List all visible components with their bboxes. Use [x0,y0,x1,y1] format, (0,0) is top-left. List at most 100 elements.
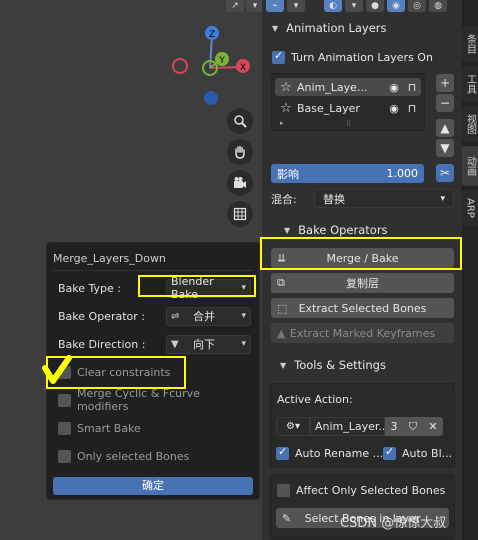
merge-cyclic-checkbox[interactable] [58,393,71,407]
gizmo-z-label: Z [209,30,215,40]
smart-bake-checkbox[interactable] [58,421,71,435]
auto-blend-checkbox[interactable] [383,445,396,460]
arrow-down-icon: ▼ [171,338,179,350]
active-action-box: Active Action: ⚙▾ Anim_Layer... 3 ⛉ ✕ Au… [270,383,455,468]
bake-operator-dropdown[interactable]: ⇌ 合并 ▾ [166,306,251,326]
unlink-close-icon[interactable]: ✕ [423,417,443,436]
bake-operators-header[interactable]: ▼ Bake Operators [266,219,458,241]
tab-view[interactable]: 视图 [462,106,478,142]
clear-constraints-row[interactable]: Clear constraints [58,362,251,382]
layer-item[interactable]: ☆ Base_Layer ◉ ⊓ [275,99,421,117]
transform-gizmo-icon[interactable]: ↗ [226,0,244,12]
turn-on-row[interactable]: Turn Animation Layers On [272,49,433,64]
move-down-button[interactable]: ▼ [436,139,454,157]
auto-rename-row[interactable]: Auto Rename ... [276,445,383,460]
chevron-down-icon: ▾ [440,193,445,204]
bake-operators-title: Bake Operators [298,223,388,237]
ok-button[interactable]: 确定 [53,477,253,495]
wireframe-shading-icon[interactable]: ● [366,0,384,12]
gizmo-x-label: X [240,63,246,73]
move-up-button[interactable]: ▲ [436,119,454,137]
popup-divider [53,270,253,271]
unlock-icon[interactable]: ⊓ [403,102,421,115]
tools-settings-title: Tools & Settings [294,358,386,372]
star-icon: ☆ [280,100,292,116]
clear-constraints-label: Clear constraints [77,365,171,379]
snap-icon[interactable]: ⌁ [266,0,284,12]
merge-bake-button[interactable]: ⇊ Merge / Bake [271,248,454,268]
influence-value: 1.000 [386,167,419,180]
keyframe-icon: ▲ [277,326,286,340]
merge-cyclic-row[interactable]: Merge Cyclic & Fcurve modifiers [58,387,251,413]
eye-icon[interactable]: ◉ [385,81,403,94]
navigation-gizmo[interactable]: Z X Y [165,20,260,110]
layer-name: Base_Layer [297,101,360,115]
zoom-icon[interactable] [227,108,253,134]
grid-ortho-icon[interactable] [227,201,253,227]
rendered-shading-icon[interactable]: ◍ [429,0,447,12]
tab-animation[interactable]: 动画 [462,146,478,186]
tools-settings-header[interactable]: ▼ Tools & Settings [266,354,458,376]
tab-tool-label: 工具 [464,74,476,94]
solid-shading-icon[interactable]: ◉ [387,0,405,12]
extract-marked-keyframes-button[interactable]: ▲ Extract Marked Keyframes [271,323,454,343]
duplicate-icon: ⧉ [277,276,285,289]
action-users-count[interactable]: 3 [385,417,403,436]
blend-label: 混合: [271,193,297,206]
check-mark-annotation-icon [42,355,72,384]
camera-icon[interactable] [227,170,253,196]
smart-bake-row[interactable]: Smart Bake [58,418,251,438]
auto-rename-checkbox[interactable] [276,445,289,460]
watermark: CSDN @惊惊大叔 [340,516,447,531]
blend-dropdown[interactable]: 替换 ▾ [314,189,454,208]
resize-grip-icon[interactable]: ⠿ [346,120,351,128]
star-icon: ☆ [280,79,292,95]
smart-bake-label: Smart Bake [77,421,141,435]
only-selected-bones-row[interactable]: Only selected Bones [58,446,251,466]
action-browse-icon[interactable]: ⚙▾ [276,417,310,436]
tab-arp[interactable]: ARP [462,190,478,226]
tab-tool[interactable]: 工具 [462,66,478,102]
affect-only-selected-row[interactable]: Affect Only Selected Bones [277,484,445,497]
bake-direction-dropdown[interactable]: ▼ 向下 ▾ [166,334,251,354]
extract-selected-bones-button[interactable]: ⬚ Extract Selected Bones [271,298,454,318]
influence-keyframe-icon[interactable]: ✂ [436,164,454,182]
material-shading-icon[interactable]: ◎ [408,0,426,12]
pan-hand-icon[interactable] [227,139,253,165]
dropdown-icon[interactable]: ▾ [345,0,363,12]
merge-bake-label: Merge / Bake [326,251,399,265]
gizmo-y-label: Y [218,56,225,66]
dropdown-icon[interactable]: ▾ [287,0,305,12]
unlock-icon[interactable]: ⊓ [403,81,421,94]
add-layer-button[interactable]: + [436,74,454,92]
layer-list: ☆ Anim_Laye... ◉ ⊓ ☆ Base_Layer ◉ ⊓ ▸ ⠿ [271,73,425,131]
expand-icon[interactable]: ▸ [280,119,284,127]
chevron-down-icon: ▾ [241,339,246,349]
duplicate-layer-button[interactable]: ⧉ 复制层 [271,273,454,293]
remove-layer-button[interactable]: − [436,94,454,112]
auto-blend-label: Auto Bl... [402,447,453,460]
turn-on-checkbox[interactable] [272,49,285,64]
overlay-icon[interactable]: ◐ [324,0,342,12]
affect-only-selected-checkbox[interactable] [277,484,290,497]
bake-type-dropdown[interactable]: Blender Bake ▾ [166,275,251,301]
fake-user-shield-icon[interactable]: ⛉ [403,417,423,436]
influence-slider[interactable]: 影响 1.000 [271,164,424,183]
active-action-field[interactable]: Anim_Layer... [310,417,385,436]
merge-layers-popup: Merge_Layers_Down Bake Type : Blender Ba… [46,242,260,500]
layer-item-active[interactable]: ☆ Anim_Laye... ◉ ⊓ [275,78,421,96]
merge-cyclic-label: Merge Cyclic & Fcurve modifiers [77,387,200,413]
eye-icon[interactable]: ◉ [385,102,403,115]
auto-blend-row[interactable]: Auto Bl... [383,445,453,460]
affect-only-selected-label: Affect Only Selected Bones [296,484,446,497]
animation-layers-header[interactable]: ▼ Animation Layers [266,17,458,39]
active-action-value: Anim_Layer... [315,420,385,433]
tab-item[interactable]: 条目 [462,26,478,62]
duplicate-layer-label: 复制层 [346,277,379,290]
3d-viewport[interactable]: ↗ ▾ Z X Y Merge_Layers_Down Bake Type : [0,0,264,540]
panel-toolbar: ⌁ ▾ ◐ ▾ ● ◉ ◎ ◍ [262,0,462,12]
chevron-down-icon: ▾ [241,283,246,293]
collapse-triangle-icon: ▼ [284,225,291,235]
active-action-label: Active Action: [277,393,353,406]
only-selected-bones-checkbox[interactable] [58,449,71,463]
